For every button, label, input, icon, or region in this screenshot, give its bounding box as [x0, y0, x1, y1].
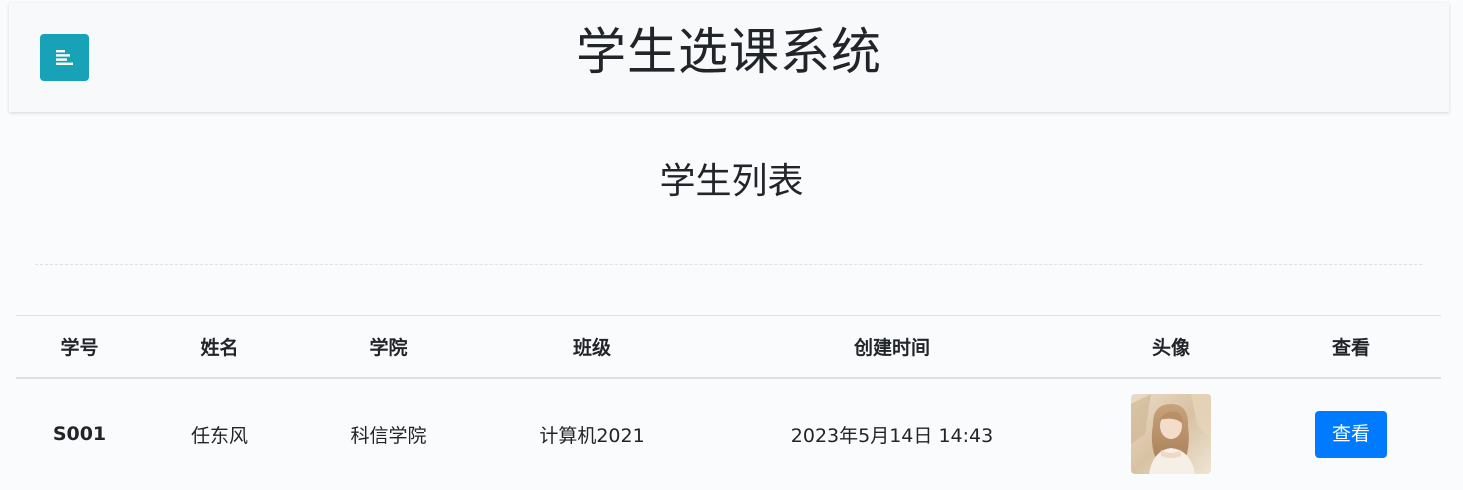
student-avatar-photo: [1131, 394, 1211, 474]
column-header-class: 班级: [572, 336, 611, 359]
student-id-cell: S001: [52, 423, 107, 445]
table-row: S001 任东风 科信学院 计算机2021 2023年5月14日 14:43 查…: [16, 378, 1441, 490]
page-title: 学生列表: [659, 161, 804, 202]
column-header-name: 姓名: [200, 336, 239, 359]
section-divider: [35, 264, 1422, 265]
app-header: 学生选课系统: [9, 3, 1449, 112]
column-header-college: 学院: [369, 336, 408, 359]
student-college-cell: 科信学院: [350, 424, 427, 447]
column-header-created: 创建时间: [853, 336, 930, 359]
student-class-cell: 计算机2021: [539, 424, 645, 447]
app-title: 学生选课系统: [576, 23, 882, 81]
created-time-cell: 2023年5月14日 14:43: [790, 424, 994, 447]
column-header-id: 学号: [60, 336, 99, 359]
table-header-row: 学号 姓名 学院 班级 创建时间 头像 查看: [16, 315, 1441, 378]
action-cell: 查看: [1261, 378, 1441, 490]
column-header-avatar: 头像: [1151, 336, 1190, 359]
student-name-cell: 任东风: [190, 424, 248, 447]
column-header-view: 查看: [1331, 336, 1370, 359]
avatar-cell: [1081, 378, 1261, 490]
student-table: 学号 姓名 学院 班级 创建时间 头像 查看 S001 任东风 科信学院 计算机…: [16, 315, 1441, 490]
view-student-button[interactable]: 查看: [1315, 410, 1387, 458]
